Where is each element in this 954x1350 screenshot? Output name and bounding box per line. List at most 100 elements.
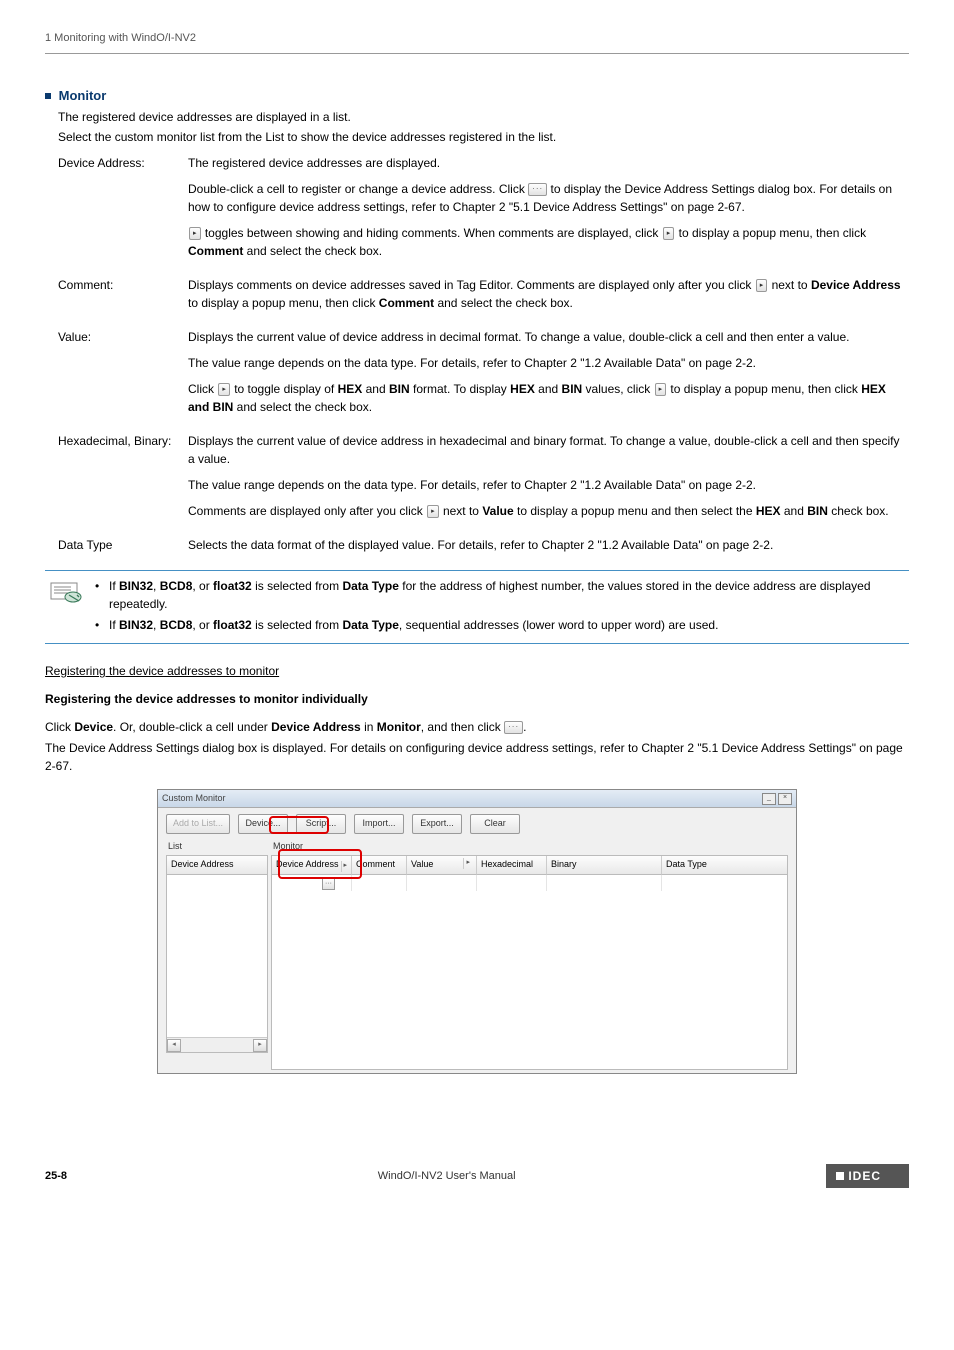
comment-cell[interactable]	[352, 875, 407, 891]
chevron-right-icon[interactable]: ▸	[655, 383, 667, 396]
definition-row: Value:Displays the current value of devi…	[58, 328, 909, 424]
monitor-grid[interactable]: Device Address▸ Comment Value▸ Hexadecim…	[271, 855, 788, 1070]
definition-label: Device Address:	[58, 154, 188, 268]
data-type-cell[interactable]	[662, 875, 787, 891]
note-content: •If BIN32, BCD8, or float32 is selected …	[95, 577, 909, 637]
monitor-intro-1: The registered device addresses are disp…	[58, 108, 909, 126]
window-titlebar: Custom Monitor _ ×	[158, 790, 796, 808]
list-panel-label: List	[166, 840, 268, 854]
monitor-panel: Monitor Device Address▸ Comment Value▸ H…	[271, 840, 788, 1064]
logo-square-icon	[836, 1172, 844, 1180]
clear-button[interactable]: Clear	[470, 814, 520, 834]
breadcrumb: 1 Monitoring with WindO/I-NV2	[45, 32, 196, 44]
col-device-address[interactable]: Device Address▸	[272, 856, 352, 875]
list-scrollbar[interactable]: ◂ ▸	[167, 1037, 267, 1052]
col-data-type[interactable]: Data Type	[662, 856, 787, 875]
window-title: Custom Monitor	[162, 792, 226, 806]
ellipsis-icon[interactable]: ···	[322, 878, 335, 890]
note-text: If BIN32, BCD8, or float32 is selected f…	[109, 616, 718, 634]
definition-paragraph: Comments are displayed only after you cl…	[188, 502, 909, 520]
chevron-right-icon[interactable]: ▸	[341, 861, 350, 872]
page-header: 1 Monitoring with WindO/I-NV2	[45, 30, 909, 54]
monitor-grid-row[interactable]: ···	[272, 875, 787, 891]
definition-paragraph: ▸ toggles between showing and hiding com…	[188, 224, 909, 260]
col-binary[interactable]: Binary	[547, 856, 662, 875]
value-cell[interactable]	[407, 875, 477, 891]
page-footer: 25-8 WindO/I-NV2 User's Manual IDEC	[45, 1164, 909, 1188]
definition-paragraph: Displays the current value of device add…	[188, 432, 909, 468]
binary-cell[interactable]	[547, 875, 662, 891]
definition-row: Data TypeSelects the data format of the …	[58, 536, 909, 562]
definition-paragraph: Selects the data format of the displayed…	[188, 536, 909, 554]
screenshot-wrapper: Custom Monitor _ × Add to List... Device…	[45, 789, 909, 1074]
monitor-panel-label: Monitor	[271, 840, 788, 854]
monitor-section: Monitor The registered device addresses …	[45, 86, 909, 645]
col-comment[interactable]: Comment	[352, 856, 407, 875]
definition-content: Displays the current value of device add…	[188, 328, 909, 424]
definition-label: Value:	[58, 328, 188, 424]
definition-row: Hexadecimal, Binary:Displays the current…	[58, 432, 909, 528]
note-bullet-item: •If BIN32, BCD8, or float32 is selected …	[95, 577, 909, 613]
footer-page-number: 25-8	[45, 1168, 67, 1185]
device-button[interactable]: Device...	[238, 814, 288, 834]
chevron-right-icon[interactable]: ▸	[427, 505, 439, 518]
footer-logo: IDEC	[826, 1164, 909, 1188]
definition-paragraph: The value range depends on the data type…	[188, 354, 909, 372]
monitor-intro-2: Select the custom monitor list from the …	[58, 128, 909, 146]
definitions-table: Device Address:The registered device add…	[58, 154, 909, 562]
add-to-list-button[interactable]: Add to List...	[166, 814, 230, 834]
registering-bold-heading: Registering the device addresses to moni…	[45, 690, 909, 708]
list-column-header[interactable]: Device Address	[167, 856, 267, 875]
definition-label: Hexadecimal, Binary:	[58, 432, 188, 528]
scroll-right-icon[interactable]: ▸	[253, 1039, 267, 1052]
chevron-right-icon[interactable]: ▸	[663, 227, 675, 240]
definition-content: Displays the current value of device add…	[188, 432, 909, 528]
monitor-heading: Monitor	[45, 86, 909, 106]
square-bullet-icon	[45, 93, 51, 99]
definition-paragraph: Click ▸ to toggle display of HEX and BIN…	[188, 380, 909, 416]
script-button[interactable]: Script...	[296, 814, 346, 834]
definition-paragraph: Double-click a cell to register or chang…	[188, 180, 909, 216]
definition-label: Data Type	[58, 536, 188, 562]
footer-logo-text: IDEC	[848, 1167, 881, 1185]
definition-row: Device Address:The registered device add…	[58, 154, 909, 268]
hex-cell[interactable]	[477, 875, 547, 891]
col-value[interactable]: Value▸	[407, 856, 477, 875]
definition-content: Displays comments on device addresses sa…	[188, 276, 909, 320]
definition-row: Comment:Displays comments on device addr…	[58, 276, 909, 320]
definition-paragraph: The value range depends on the data type…	[188, 476, 909, 494]
definition-label: Comment:	[58, 276, 188, 320]
scroll-left-icon[interactable]: ◂	[167, 1039, 181, 1052]
footer-manual-title: WindO/I-NV2 User's Manual	[378, 1168, 516, 1185]
registering-underlined-heading: Registering the device addresses to moni…	[45, 662, 909, 680]
definition-paragraph: The registered device addresses are disp…	[188, 154, 909, 172]
definition-content: The registered device addresses are disp…	[188, 154, 909, 268]
definition-content: Selects the data format of the displayed…	[188, 536, 909, 562]
ellipsis-icon[interactable]: ···	[528, 183, 547, 196]
chevron-right-icon[interactable]: ▸	[463, 858, 472, 869]
chevron-right-icon[interactable]: ▸	[189, 227, 201, 240]
custom-monitor-window: Custom Monitor _ × Add to List... Device…	[157, 789, 797, 1074]
ellipsis-icon[interactable]: ···	[504, 721, 523, 734]
monitor-grid-header: Device Address▸ Comment Value▸ Hexadecim…	[272, 856, 787, 875]
col-hexadecimal[interactable]: Hexadecimal	[477, 856, 547, 875]
export-button[interactable]: Export...	[412, 814, 462, 834]
close-button[interactable]: ×	[778, 793, 792, 805]
definition-paragraph: Displays the current value of device add…	[188, 328, 909, 346]
chevron-right-icon[interactable]: ▸	[756, 279, 768, 292]
bullet-dot: •	[95, 616, 109, 634]
toolbar: Add to List... Device... Script... Impor…	[158, 808, 796, 840]
monitor-heading-text: Monitor	[59, 88, 107, 103]
note-text: If BIN32, BCD8, or float32 is selected f…	[109, 577, 909, 613]
minimize-button[interactable]: _	[762, 793, 776, 805]
note-icon	[45, 577, 95, 610]
chevron-right-icon[interactable]: ▸	[218, 383, 230, 396]
import-button[interactable]: Import...	[354, 814, 404, 834]
note-bullet-item: •If BIN32, BCD8, or float32 is selected …	[95, 616, 909, 634]
note-box: •If BIN32, BCD8, or float32 is selected …	[45, 570, 909, 644]
bullet-dot: •	[95, 577, 109, 613]
device-address-cell[interactable]: ···	[272, 875, 352, 891]
definition-paragraph: Displays comments on device addresses sa…	[188, 276, 909, 312]
panels-area: List Device Address ◂ ▸ Monitor Device A…	[158, 840, 796, 1072]
list-box[interactable]: Device Address ◂ ▸	[166, 855, 268, 1053]
